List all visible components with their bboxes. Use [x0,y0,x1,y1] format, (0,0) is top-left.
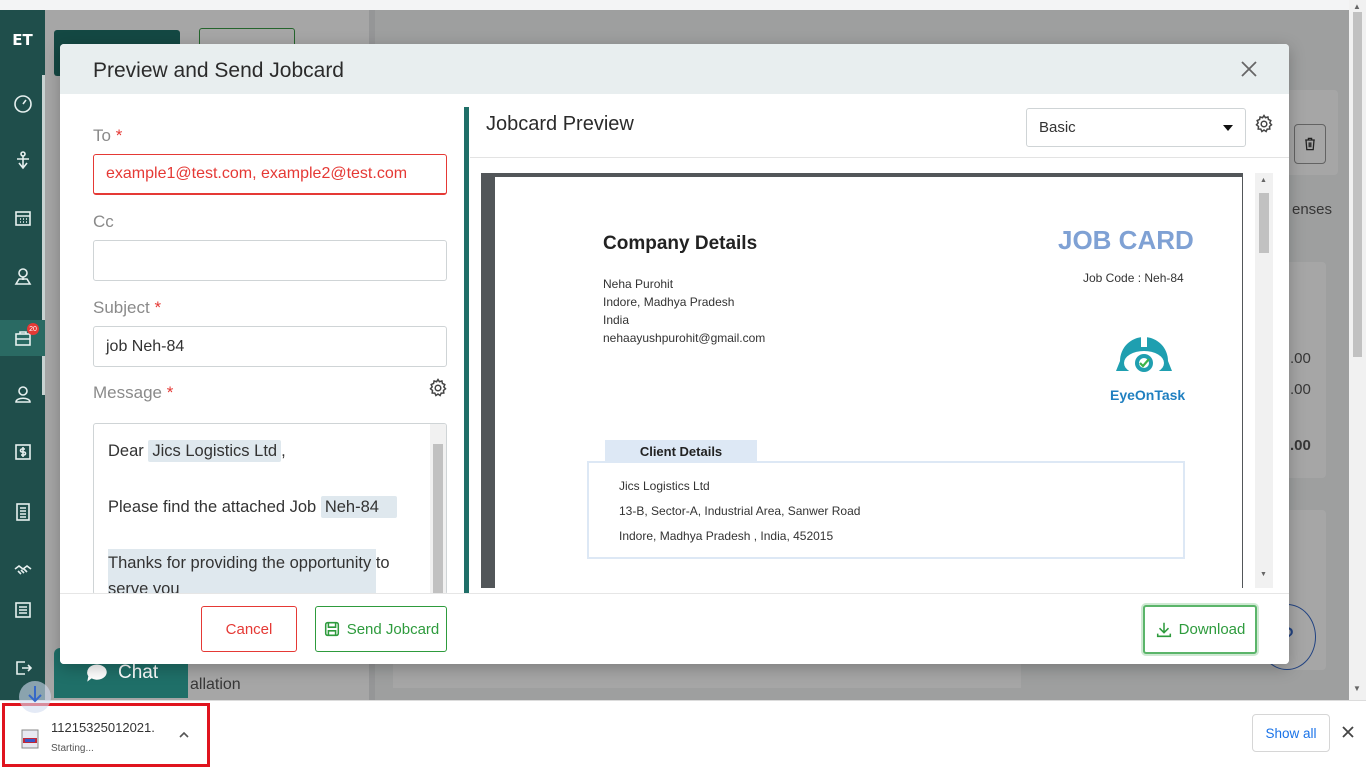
company-email: nehaayushpurohit@gmail.com [603,331,766,345]
message-greeting-line: Dear Jics Logistics Ltd, [108,440,286,462]
close-icon[interactable] [1237,57,1261,81]
settings-sliders-icon[interactable] [0,592,45,628]
save-floppy-icon [324,621,339,637]
user-icon[interactable] [0,376,45,412]
close-download-shelf-icon[interactable] [1339,723,1357,741]
pdf-scrollbar-thumb[interactable] [1259,193,1269,253]
preview-separator [470,157,1289,158]
cc-label: Cc [93,212,114,231]
message-editor[interactable]: Dear Jics Logistics Ltd, Please find the… [93,423,447,595]
message-thanks-line: Thanks for providing the opportunity to [108,554,390,572]
jobs-briefcase-icon[interactable]: 20 [0,320,45,356]
window-scrollbar[interactable]: ▲ ▼ [1349,0,1366,700]
download-label: Download [1178,621,1246,638]
list-document-icon[interactable] [0,494,45,530]
scroll-up-arrow-icon[interactable]: ▲ [1353,2,1361,11]
job-card-heading: JOB CARD [1058,225,1194,255]
modal-title: Preview and Send Jobcard [93,59,344,82]
client-name-tag: Jics Logistics Ltd [148,440,282,462]
company-details-heading: Company Details [603,233,758,254]
company-name: Neha Purohit [603,277,674,291]
eyeontask-logo: EyeOnTask [1104,317,1185,403]
preview-divider [464,107,469,593]
message-scrollbar-thumb[interactable] [433,444,443,594]
jobs-badge: 20 [27,323,39,335]
job-code: Job Code : Neh-84 [1083,271,1184,285]
company-city: Indore, Madhya Pradesh [603,295,735,309]
handshake-icon[interactable] [0,552,45,588]
show-all-downloads-button[interactable]: Show all [1252,714,1330,752]
client-address: 13-B, Sector-A, Industrial Area, Sanwer … [619,504,861,518]
download-file-name: 11215325012021. [51,720,155,735]
job-code-tag: Neh-84 [320,496,397,518]
message-job-line: Please find the attached Job Neh-84 [108,496,397,518]
client-details-box: Jics Logistics Ltd 13-B, Sector-A, Indus… [587,461,1185,559]
pdf-scroll-up-icon[interactable]: ▲ [1260,177,1267,184]
message-settings-gear-icon[interactable] [428,378,448,398]
preview-title: Jobcard Preview [486,113,634,135]
to-label: To * [93,126,123,145]
pdf-scrollbar[interactable]: ▲ ▼ [1255,173,1273,588]
pdf-file-icon [21,729,39,749]
download-status: Starting... [51,743,94,754]
app-logo[interactable]: ET [0,10,45,70]
to-placeholder: example1@test.com, example2@test.com [106,165,408,182]
message-label: Message * [93,383,174,402]
lead-funnel-icon[interactable] [0,142,45,178]
calendar-icon[interactable] [0,200,45,236]
to-field[interactable]: example1@test.com, example2@test.com [93,154,447,195]
scroll-down-arrow-icon[interactable]: ▼ [1353,684,1361,693]
eyeontask-logo-text: EyeOnTask [1110,387,1186,403]
cancel-button[interactable]: Cancel [201,606,297,652]
download-animation-arrow-icon [19,681,51,713]
download-icon [1156,622,1171,637]
pdf-scroll-down-icon[interactable]: ▼ [1260,571,1267,578]
modal-header: Preview and Send Jobcard [60,44,1289,94]
template-select[interactable]: Basic [1026,108,1246,147]
send-jobcard-button[interactable]: Send Jobcard [315,606,447,652]
download-button[interactable]: Download [1143,605,1257,654]
subject-field[interactable]: job Neh-84 [93,326,447,367]
invoice-dollar-icon[interactable] [0,434,45,470]
send-jobcard-label: Send Jobcard [346,620,440,638]
client-name: Jics Logistics Ltd [619,479,710,493]
subject-label: Subject * [93,298,162,317]
window-scrollbar-thumb[interactable] [1353,12,1362,357]
dashboard-icon[interactable] [0,86,45,122]
chevron-down-icon [1223,124,1233,131]
chevron-up-icon[interactable] [177,728,191,742]
preview-send-jobcard-modal: Preview and Send Jobcard To * example1@t… [60,44,1289,664]
client-details-tab: Client Details [605,440,757,462]
cc-field[interactable] [93,240,447,281]
template-select-value: Basic [1039,119,1076,136]
chat-label: Chat [118,662,159,683]
message-scrollbar[interactable] [430,424,446,594]
preview-settings-gear-icon[interactable] [1254,114,1274,134]
client-city: Indore, Madhya Pradesh , India, 452015 [619,529,834,543]
company-country: India [603,313,630,327]
download-shelf: 11215325012021. Starting... Show all [0,700,1366,768]
jobcard-pdf-viewer[interactable]: Company Details Neha Purohit Indore, Mad… [481,173,1243,597]
jobcard-pdf-page: Company Details Neha Purohit Indore, Mad… [495,177,1242,597]
map-pin-icon[interactable] [0,258,45,294]
